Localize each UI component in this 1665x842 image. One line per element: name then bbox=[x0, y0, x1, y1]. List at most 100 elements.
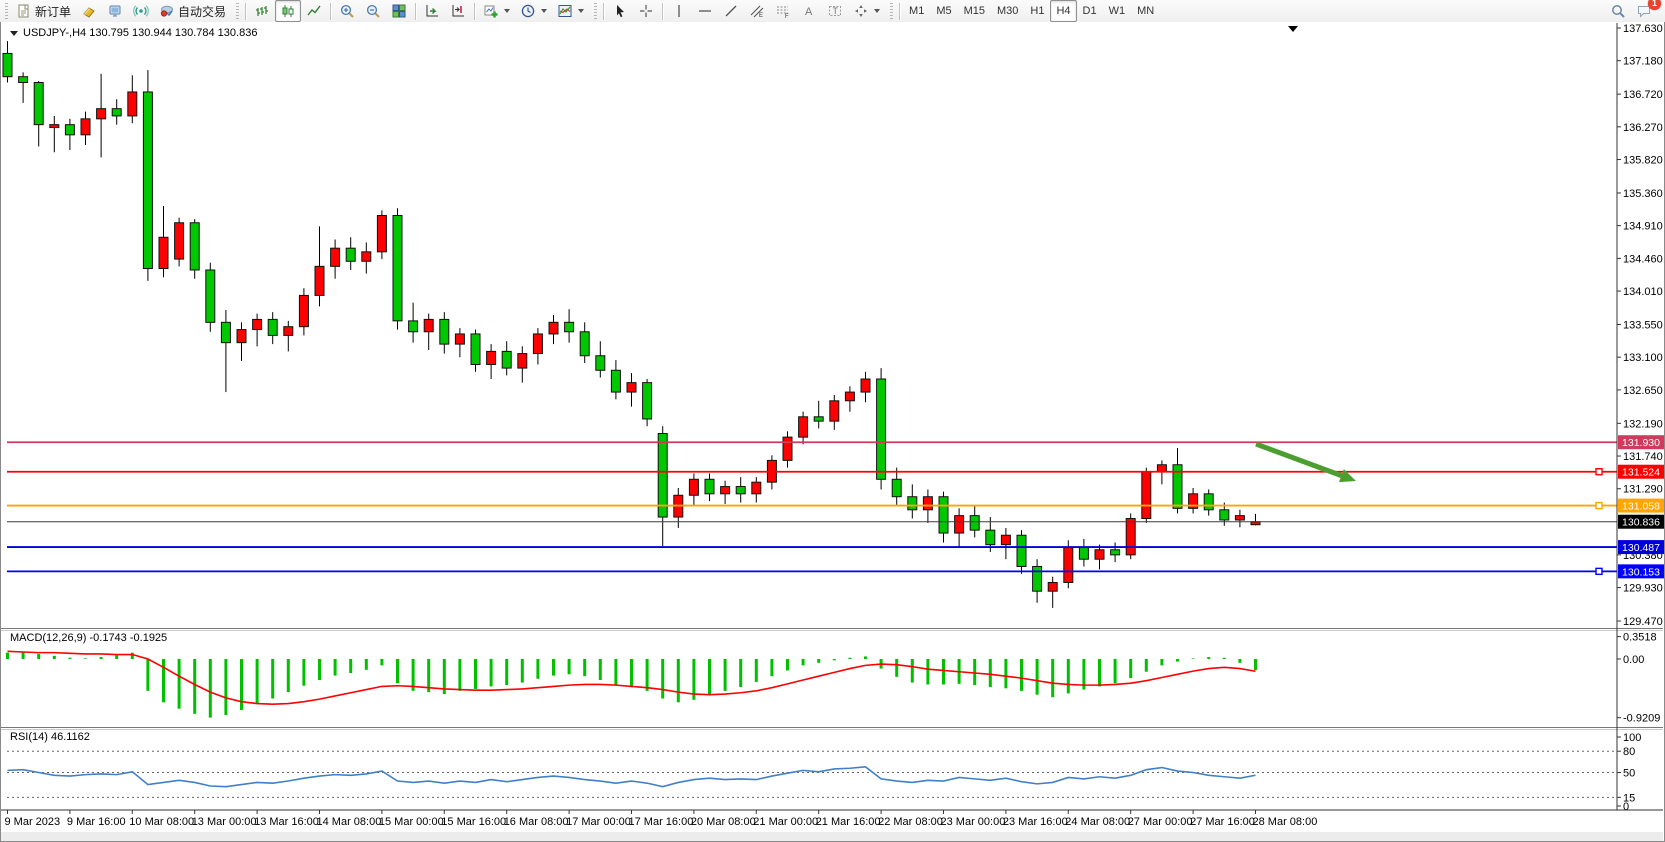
chart-canvas[interactable]: 137.630137.180136.720136.270135.820135.3… bbox=[0, 22, 1665, 842]
equidistant-channel-icon: E bbox=[749, 3, 765, 19]
timeframe-mn-button[interactable]: MN bbox=[1131, 0, 1160, 22]
equidistant-channel-button[interactable]: E bbox=[744, 0, 770, 22]
signals-button[interactable] bbox=[128, 0, 154, 22]
auto-scroll-icon bbox=[424, 3, 440, 19]
date-label: 13 Mar 00:00 bbox=[192, 816, 257, 828]
rsi-value: 46.1162 bbox=[51, 731, 90, 743]
cursor-button[interactable] bbox=[607, 0, 633, 22]
cursor-icon bbox=[612, 3, 628, 19]
candle-body bbox=[939, 497, 948, 533]
toolbar-grip[interactable] bbox=[236, 3, 239, 19]
candle-body bbox=[97, 109, 106, 119]
candle-body bbox=[362, 252, 371, 261]
candlestick-chart-button[interactable] bbox=[275, 0, 301, 22]
candle-body bbox=[221, 322, 230, 342]
dropdown-caret-icon bbox=[874, 9, 880, 13]
price-axis-tick-label: 129.470 bbox=[1623, 616, 1663, 628]
hline-handle[interactable] bbox=[1596, 568, 1602, 574]
zoom-in-button[interactable] bbox=[334, 0, 360, 22]
date-label: 15 Mar 00:00 bbox=[379, 816, 444, 828]
tile-windows-button[interactable] bbox=[386, 0, 412, 22]
chart-shift-button[interactable] bbox=[445, 0, 471, 22]
search-button[interactable] bbox=[1605, 0, 1631, 22]
periods-button[interactable] bbox=[515, 0, 552, 22]
hline-handle[interactable] bbox=[1596, 469, 1602, 475]
candle-body bbox=[1142, 472, 1151, 519]
fibonacci-icon: F bbox=[775, 3, 791, 19]
candle-body bbox=[580, 332, 589, 356]
current-price-badge-label: 130.836 bbox=[1622, 517, 1660, 529]
candle-body bbox=[1064, 548, 1073, 583]
price-axis-tick-label: 134.910 bbox=[1623, 221, 1663, 233]
candle-body bbox=[175, 223, 184, 259]
new-order-button[interactable]: 新订单 bbox=[11, 0, 76, 22]
indicators-button[interactable] bbox=[478, 0, 515, 22]
candle-body bbox=[1126, 519, 1135, 555]
price-level-badge-label: 131.524 bbox=[1622, 467, 1660, 479]
templates-button[interactable] bbox=[552, 0, 589, 22]
candle-body bbox=[206, 270, 215, 322]
candle-body bbox=[424, 319, 433, 331]
macd-axis-label: 0.00 bbox=[1623, 654, 1644, 666]
line-chart-button[interactable] bbox=[301, 0, 327, 22]
price-axis-tick-label: 135.820 bbox=[1623, 155, 1663, 167]
text-label-button[interactable]: T bbox=[822, 0, 848, 22]
price-axis-tick-label: 132.650 bbox=[1623, 385, 1663, 397]
algo-trading-button[interactable]: 自动交易 bbox=[154, 0, 231, 22]
price-level-badge-label: 130.487 bbox=[1622, 542, 1660, 554]
history-center-button[interactable] bbox=[76, 0, 102, 22]
bar-chart-button[interactable] bbox=[249, 0, 275, 22]
timeframe-d1-button[interactable]: D1 bbox=[1077, 0, 1103, 22]
new-order-icon bbox=[16, 3, 32, 19]
fibonacci-button[interactable]: F bbox=[770, 0, 796, 22]
collapse-chart-icon[interactable] bbox=[10, 31, 18, 36]
candle-body bbox=[986, 530, 995, 545]
candle-body bbox=[1235, 516, 1244, 520]
chart-shift-icon bbox=[450, 3, 466, 19]
arrows-button[interactable] bbox=[848, 0, 885, 22]
timeframe-m1-button[interactable]: M1 bbox=[903, 0, 930, 22]
auto-scroll-button[interactable] bbox=[419, 0, 445, 22]
price-axis-tick-label: 129.930 bbox=[1623, 583, 1663, 595]
timeframe-m15-button[interactable]: M15 bbox=[958, 0, 991, 22]
toolbar-grip[interactable] bbox=[5, 3, 8, 19]
candle-body bbox=[877, 379, 886, 479]
timeframe-h1-button[interactable]: H1 bbox=[1024, 0, 1050, 22]
price-axis-tick-label: 131.740 bbox=[1623, 451, 1663, 463]
candle-body bbox=[705, 479, 714, 494]
date-label: 14 Mar 08:00 bbox=[317, 816, 382, 828]
candle-body bbox=[377, 215, 386, 251]
horizontal-line-button[interactable] bbox=[692, 0, 718, 22]
zoom-out-icon bbox=[365, 3, 381, 19]
toolbar-grip[interactable] bbox=[890, 3, 893, 19]
virtual-hosting-button[interactable] bbox=[102, 0, 128, 22]
text-button[interactable]: A bbox=[796, 0, 822, 22]
candle-body bbox=[502, 351, 511, 368]
rsi-name: RSI(14) bbox=[10, 731, 48, 743]
candle-body bbox=[346, 248, 355, 261]
trendline-button[interactable] bbox=[718, 0, 744, 22]
candle-body bbox=[393, 215, 402, 320]
timeframe-m5-button[interactable]: M5 bbox=[930, 0, 957, 22]
candle-body bbox=[1095, 550, 1104, 559]
crosshair-button[interactable] bbox=[633, 0, 659, 22]
candle-body bbox=[1220, 510, 1229, 520]
candle-body bbox=[830, 401, 839, 421]
toolbar-separator bbox=[662, 3, 663, 20]
toolbar-grip[interactable] bbox=[594, 3, 597, 19]
zoom-out-button[interactable] bbox=[360, 0, 386, 22]
line-chart-icon bbox=[306, 3, 322, 19]
date-label: 15 Mar 16:00 bbox=[441, 816, 506, 828]
window-bottom-edge bbox=[1, 832, 1663, 841]
vertical-line-button[interactable] bbox=[666, 0, 692, 22]
hline-handle[interactable] bbox=[1596, 503, 1602, 509]
notifications-button[interactable]: 1 bbox=[1631, 0, 1657, 22]
timeframe-h4-button[interactable]: H4 bbox=[1050, 0, 1076, 22]
toolbar-separator bbox=[330, 3, 331, 20]
date-label: 22 Mar 08:00 bbox=[878, 816, 943, 828]
date-label: 17 Mar 00:00 bbox=[566, 816, 631, 828]
price-axis-tick-label: 136.720 bbox=[1623, 89, 1663, 101]
timeframe-w1-button[interactable]: W1 bbox=[1103, 0, 1132, 22]
timeframe-m30-button[interactable]: M30 bbox=[991, 0, 1024, 22]
date-label: 23 Mar 16:00 bbox=[1003, 816, 1068, 828]
